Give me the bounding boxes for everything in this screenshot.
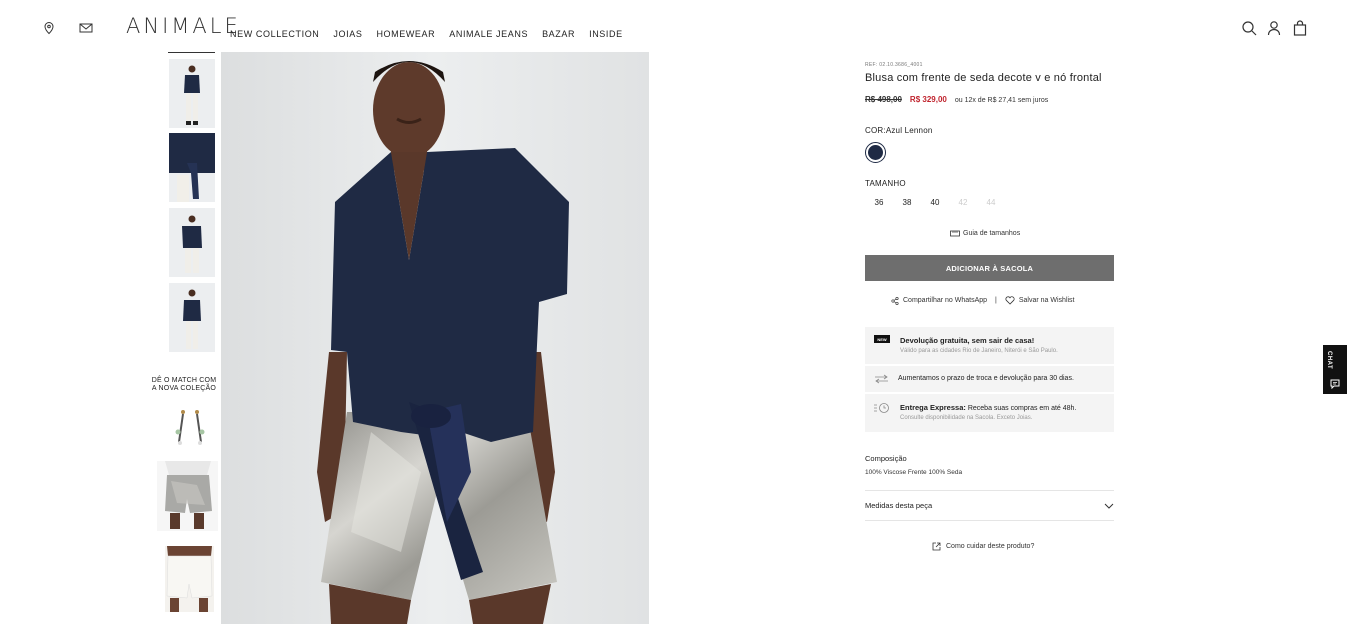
white-shorts-image bbox=[165, 546, 214, 612]
earrings-image bbox=[175, 410, 205, 445]
thumbnail-front[interactable] bbox=[169, 59, 215, 128]
brand-logo[interactable]: ANIMALE bbox=[126, 14, 241, 38]
search-icon[interactable] bbox=[1241, 20, 1257, 36]
chat-bubble-icon bbox=[1330, 379, 1340, 389]
clock-icon bbox=[874, 403, 889, 413]
model-detail-image bbox=[169, 133, 215, 202]
swatch-fill bbox=[868, 145, 883, 160]
share-row: Compartilhar no WhatsApp | Salvar na Wis… bbox=[891, 296, 1075, 305]
thumbnail-side[interactable] bbox=[169, 208, 215, 277]
return-sub: Válido para as cidades Rio de Janeiro, N… bbox=[900, 348, 1058, 354]
nav-homewear[interactable]: HOMEWEAR bbox=[376, 29, 435, 39]
match-earrings[interactable] bbox=[165, 404, 215, 452]
match-white-shorts[interactable] bbox=[165, 546, 214, 612]
care-link[interactable]: Como cuidar deste produto? bbox=[932, 542, 1034, 551]
size-38[interactable]: 38 bbox=[893, 198, 921, 207]
exchange-info-box: Aumentamos o prazo de troca e devolução … bbox=[865, 366, 1114, 392]
share-icon bbox=[891, 296, 899, 305]
nav-animale-jeans[interactable]: ANIMALE JEANS bbox=[449, 29, 528, 39]
model-side-image bbox=[169, 208, 215, 277]
price-row: R$ 498,00 R$ 329,00 ou 12x de R$ 27,41 s… bbox=[865, 95, 1048, 104]
chat-label: CHAT bbox=[1326, 351, 1332, 370]
mail-icon[interactable] bbox=[79, 21, 93, 35]
chat-widget[interactable]: CHAT bbox=[1323, 345, 1347, 394]
express-title: Entrega Expressa: bbox=[900, 403, 966, 412]
measurements-accordion[interactable]: Medidas desta peça bbox=[865, 501, 1114, 510]
exchange-text: Aumentamos o prazo de troca e devolução … bbox=[898, 375, 1074, 382]
sale-price: R$ 329,00 bbox=[909, 95, 947, 104]
match-silver-shorts[interactable] bbox=[157, 461, 218, 531]
nav-joias[interactable]: JOIAS bbox=[333, 29, 362, 39]
express-text: Receba suas compras em até 48h. bbox=[967, 405, 1077, 412]
product-ref: REF: 02.10.3686_4001 bbox=[865, 62, 923, 68]
composition-value: 100% Viscose Frente 100% Seda bbox=[865, 469, 963, 476]
return-info-box: NEW Devolução gratuita, sem sair de casa… bbox=[865, 327, 1114, 364]
color-label: COR:Azul Lennon bbox=[865, 126, 933, 135]
location-pin-icon[interactable] bbox=[42, 21, 56, 35]
add-to-bag-button[interactable]: ADICIONAR À SACOLA bbox=[865, 255, 1114, 281]
silver-shorts-image bbox=[157, 461, 218, 531]
return-title: Devolução gratuita, sem sair de casa! bbox=[900, 336, 1035, 345]
thumbnail-back[interactable] bbox=[169, 283, 215, 352]
match-collection-label: DÊ O MATCH COM A NOVA COLEÇÃO bbox=[151, 377, 217, 392]
composition-label: Composição bbox=[865, 454, 907, 463]
size-label: TAMANHO bbox=[865, 179, 906, 188]
color-swatch[interactable] bbox=[865, 142, 886, 163]
old-price: R$ 498,00 bbox=[865, 95, 902, 104]
nav-new-collection[interactable]: NEW COLLECTION bbox=[230, 29, 319, 39]
model-back-image bbox=[169, 283, 215, 352]
size-44: 44 bbox=[986, 198, 996, 207]
installments: ou 12x de R$ 27,41 sem juros bbox=[954, 97, 1049, 104]
express-info-box: Entrega Expressa: Receba suas compras em… bbox=[865, 394, 1114, 432]
new-badge: NEW bbox=[874, 335, 890, 343]
ruler-icon bbox=[950, 230, 960, 237]
save-wishlist-link[interactable]: Salvar na Wishlist bbox=[1019, 297, 1075, 304]
share-whatsapp-link[interactable]: Compartilhar no WhatsApp bbox=[903, 297, 987, 304]
site-header: ANIMALE NEW COLLECTION JOIAS HOMEWEAR AN… bbox=[0, 0, 1350, 52]
thumbnail-detail[interactable] bbox=[169, 133, 215, 202]
external-link-icon bbox=[932, 542, 941, 551]
product-title: Blusa com frente de seda decote v e nó f… bbox=[865, 72, 1102, 84]
chevron-down-icon bbox=[1104, 503, 1114, 509]
nav-bazar[interactable]: BAZAR bbox=[542, 29, 575, 39]
heart-icon[interactable] bbox=[1005, 296, 1015, 305]
main-nav: NEW COLLECTION JOIAS HOMEWEAR ANIMALE JE… bbox=[230, 29, 623, 39]
express-sub: Consulte disponibilidade na Sacola. Exce… bbox=[900, 415, 1033, 421]
color-value: Azul Lennon bbox=[885, 126, 933, 135]
main-product-image[interactable] bbox=[221, 52, 649, 624]
size-42: 42 bbox=[958, 198, 968, 207]
separator: | bbox=[995, 297, 997, 304]
user-icon[interactable] bbox=[1266, 20, 1282, 36]
size-40[interactable]: 40 bbox=[921, 198, 949, 207]
care-link-label: Como cuidar deste produto? bbox=[946, 543, 1035, 550]
divider bbox=[865, 520, 1114, 521]
nav-inside[interactable]: INSIDE bbox=[589, 29, 623, 39]
size-36[interactable]: 36 bbox=[865, 198, 893, 207]
measurements-label: Medidas desta peça bbox=[865, 501, 933, 510]
size-guide-label: Guia de tamanhos bbox=[963, 230, 1021, 237]
divider bbox=[865, 490, 1114, 491]
shopping-bag-icon[interactable] bbox=[1292, 20, 1308, 36]
size-selector: 36 38 40 42 44 bbox=[865, 198, 1005, 207]
size-guide-link[interactable]: Guia de tamanhos bbox=[950, 230, 1020, 237]
model-image bbox=[221, 52, 649, 624]
exchange-arrows-icon bbox=[875, 374, 888, 384]
model-front-image bbox=[169, 59, 215, 128]
